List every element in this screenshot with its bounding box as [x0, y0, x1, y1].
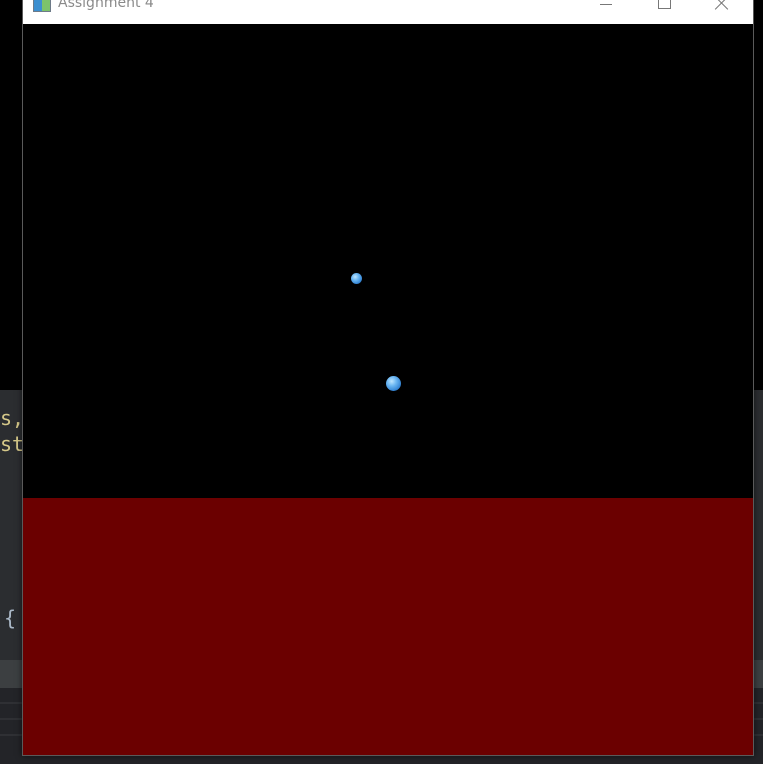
editor-code-brace: {: [4, 606, 17, 630]
sphere-large: [386, 376, 401, 391]
close-button[interactable]: [699, 0, 745, 24]
app-icon: [33, 0, 51, 12]
maximize-icon: [657, 0, 671, 9]
scene-background: [23, 24, 753, 498]
app-window: Assignment 4: [22, 0, 754, 756]
window-title: Assignment 4: [58, 0, 154, 11]
sphere-small: [351, 273, 362, 284]
editor-code-line: s,: [0, 406, 25, 430]
window-titlebar[interactable]: Assignment 4: [23, 0, 753, 24]
close-icon: [715, 0, 729, 10]
maximize-button[interactable]: [641, 0, 687, 24]
minimize-button[interactable]: [583, 0, 629, 24]
scene-floor: [23, 498, 753, 755]
minimize-icon: [600, 4, 612, 5]
render-viewport[interactable]: [23, 24, 753, 755]
